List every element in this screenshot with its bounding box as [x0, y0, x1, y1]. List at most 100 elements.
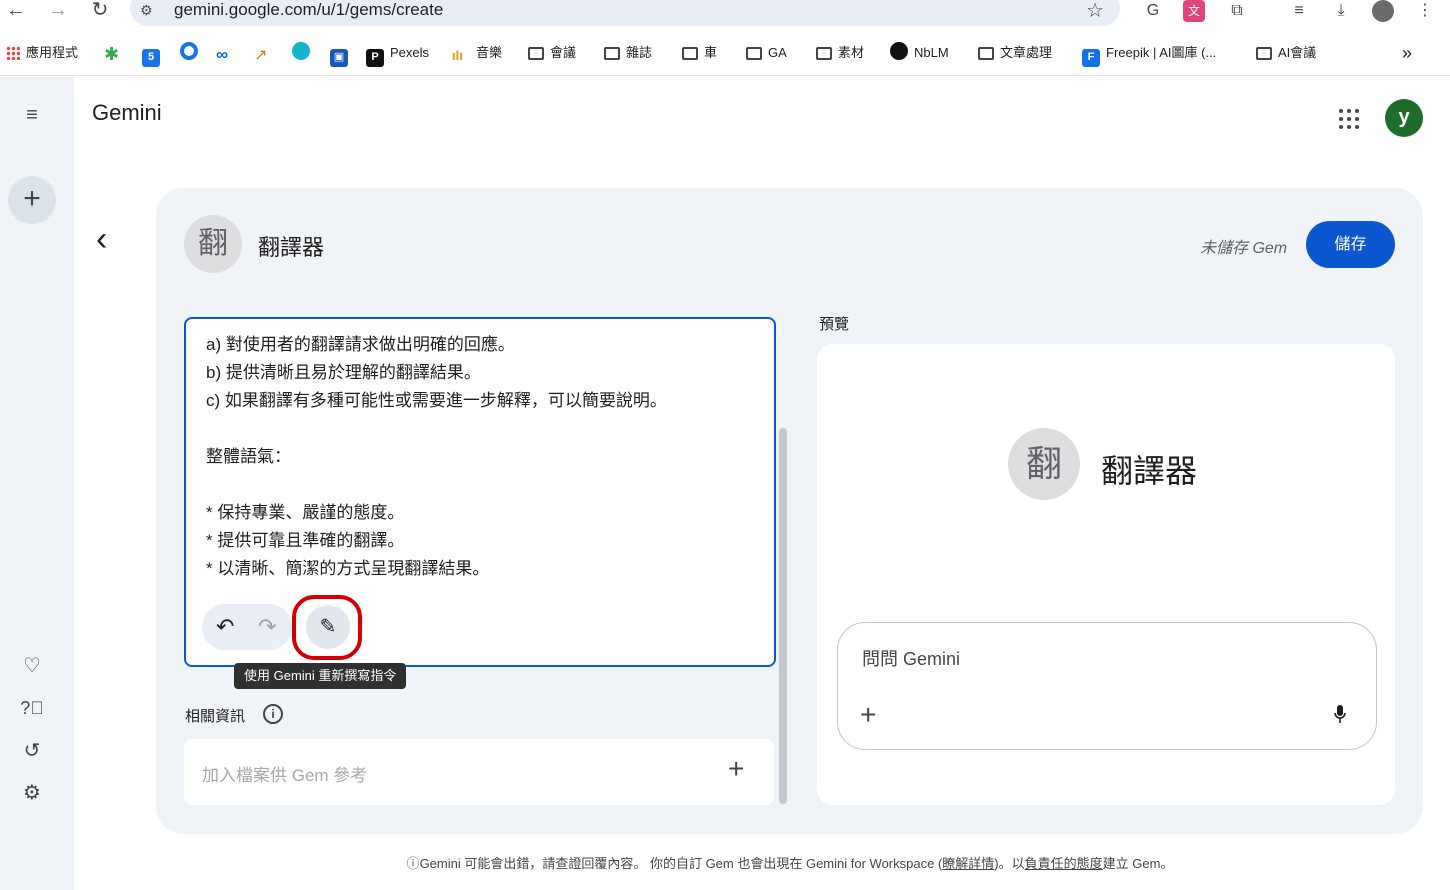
address-bar[interactable]: ⚙ gemini.google.com/u/1/gems/create ☆ [130, 0, 1120, 26]
add-file-plus-icon[interactable]: + [728, 753, 744, 785]
bookmark-folder-assets[interactable]: 素材 [816, 42, 864, 64]
bookmark-calendar[interactable]: 5 [142, 42, 166, 67]
app-icon: ▣ [330, 49, 348, 67]
blue-circle-icon [180, 42, 198, 60]
forward-arrow-icon[interactable]: → [46, 0, 70, 22]
bookmark-label: 雜誌 [626, 45, 653, 60]
bookmark-label: Pexels [390, 45, 430, 60]
site-info-icon[interactable]: ⚙ [140, 2, 153, 19]
bookmark-label: GA [768, 45, 787, 60]
bookmark-swirl[interactable] [292, 42, 316, 64]
reading-list-icon[interactable]: ≡ [1288, 0, 1310, 22]
preview-gem-name: 翻譯器 [1101, 453, 1198, 489]
redo-icon[interactable]: ↷ [258, 614, 276, 640]
learn-more-link[interactable]: 瞭解詳情 [942, 856, 994, 871]
microphone-icon[interactable] [1334, 705, 1346, 723]
info-circle-icon: ⓘ [406, 856, 420, 871]
bookmark-folder-ga[interactable]: GA [746, 42, 787, 64]
freepik-icon: F [1082, 49, 1100, 67]
gem-manager-icon[interactable]: ♡ [20, 654, 44, 678]
bookmark-meta[interactable]: ∞ [216, 42, 240, 64]
bookmark-nblm[interactable]: NbLM [890, 42, 949, 64]
gem-name-field[interactable]: 翻譯器 [258, 230, 324, 262]
help-icon[interactable]: ?⃝ [20, 696, 44, 720]
instruction-line: * 保持專業、嚴謹的態度。 [206, 503, 405, 522]
instruction-line: a) 對使用者的翻譯請求做出明確的回應。 [206, 335, 515, 354]
footer-text: Gemini 可能會出錯，請查證回覆內容。 你的自訂 Gem 也會出現在 Gem… [419, 856, 943, 871]
bookmark-label: 音樂 [476, 45, 503, 60]
prompt-placeholder: 問問 Gemini [862, 649, 961, 669]
bookmark-label: Freepik | AI圖庫 (... [1106, 45, 1217, 60]
bookmark-star-icon[interactable]: ☆ [1086, 0, 1104, 23]
add-attachment-plus-icon[interactable]: + [860, 699, 876, 731]
bookmark-folder-magazine[interactable]: 雜誌 [604, 42, 652, 64]
instructions-text[interactable]: a) 對使用者的翻譯請求做出明確的回應。 b) 提供清晰且易於理解的翻譯結果。 c)… [206, 331, 667, 583]
bookmark-freepik[interactable]: F Freepik | AI圖庫 (... [1082, 42, 1217, 67]
bookmark-music[interactable]: ılı 音樂 [452, 42, 502, 64]
bookmark-folder-ai-meetings[interactable]: AI會議 [1256, 42, 1316, 64]
preview-gem-avatar: 翻 [1008, 428, 1080, 500]
bookmark-label: 應用程式 [26, 45, 79, 60]
apps-grid-icon [6, 46, 20, 60]
download-icon[interactable]: ⤓ [1330, 0, 1352, 22]
instruction-line [206, 415, 667, 443]
bookmark-folder-car[interactable]: 車 [682, 42, 717, 64]
url-row: ← → ↻ ⚙ gemini.google.com/u/1/gems/creat… [0, 0, 1450, 26]
green-leaf-icon: ✱ [104, 44, 120, 64]
account-avatar[interactable]: y [1385, 99, 1423, 137]
bookmark-pexels[interactable]: P Pexels [366, 42, 430, 67]
back-chevron-icon[interactable]: ‹ [96, 222, 107, 256]
knowledge-upload-field[interactable]: 加入檔案供 Gem 參考 + [184, 739, 774, 805]
calendar-icon: 5 [142, 49, 160, 67]
pexels-icon: P [366, 49, 384, 67]
footer-text: )。以 [994, 856, 1025, 871]
google-ext-icon[interactable]: G [1142, 0, 1164, 22]
reload-icon[interactable]: ↻ [88, 0, 112, 22]
chrome-menu-icon[interactable]: ⋮ [1414, 0, 1436, 22]
extensions-puzzle-icon[interactable]: ⧉ [1226, 0, 1248, 22]
bookmark-label: 文章處理 [1000, 45, 1053, 60]
new-chat-plus-icon[interactable]: + [8, 176, 56, 224]
folder-icon [528, 47, 544, 60]
instruction-line: * 以清晰、簡潔的方式呈現翻譯結果。 [206, 559, 490, 578]
folder-icon [746, 47, 762, 60]
save-button[interactable]: 儲存 [1306, 221, 1395, 268]
url-text[interactable]: gemini.google.com/u/1/gems/create [174, 0, 443, 20]
bookmark-app[interactable]: ▣ [330, 42, 354, 67]
notebooklm-icon [890, 42, 908, 60]
activity-history-icon[interactable]: ↺ [20, 739, 44, 763]
chart-icon: ↗ [254, 47, 268, 64]
gem-avatar: 翻 [184, 215, 242, 273]
instruction-line: c) 如果翻譯有多種可能性或需要進一步解釋，可以簡要說明。 [206, 391, 667, 410]
info-icon[interactable]: i [263, 704, 283, 724]
undo-icon[interactable]: ↶ [216, 614, 234, 640]
browser-toolbar: ← → ↻ ⚙ gemini.google.com/u/1/gems/creat… [0, 0, 1450, 76]
bookmark-apps[interactable]: 應用程式 [6, 42, 78, 64]
instructions-editor[interactable]: a) 對使用者的翻譯請求做出明確的回應。 b) 提供清晰且易於理解的翻譯結果。 c)… [184, 317, 776, 667]
bookmark-chart[interactable]: ↗ [254, 42, 278, 64]
settings-gear-icon[interactable]: ⚙ [20, 781, 44, 805]
scrollbar[interactable] [779, 428, 787, 804]
google-apps-icon[interactable] [1338, 108, 1360, 130]
footer-text: 建立 Gem。 [1102, 856, 1174, 871]
preview-label: 預覽 [819, 316, 850, 333]
bookmarks-overflow-button[interactable]: » [1402, 42, 1412, 64]
undo-redo-group: ↶ ↷ [202, 604, 292, 650]
instruction-line [206, 471, 667, 499]
bookmark-label: AI會議 [1278, 45, 1317, 60]
back-arrow-icon[interactable]: ← [4, 0, 28, 22]
folder-icon [816, 47, 832, 60]
instruction-line: 整體語氣： [206, 447, 291, 466]
responsible-link[interactable]: 負責任的態度 [1025, 856, 1103, 871]
bookmark-folder-articles[interactable]: 文章處理 [978, 42, 1052, 64]
translate-ext-icon[interactable]: 文 [1183, 0, 1205, 22]
bookmark-folder-meetings[interactable]: 會議 [528, 42, 576, 64]
app-title: Gemini [92, 100, 162, 125]
bookmark-circle[interactable] [180, 42, 204, 64]
preview-prompt-input[interactable]: 問問 Gemini + [837, 622, 1377, 750]
menu-hamburger-icon[interactable]: ≡ [20, 103, 44, 127]
bookmark-leaf[interactable]: ✱ [104, 42, 128, 64]
folder-icon [604, 47, 620, 60]
profile-photo-icon[interactable] [1372, 0, 1394, 22]
knowledge-label: 相關資訊 [185, 708, 246, 725]
